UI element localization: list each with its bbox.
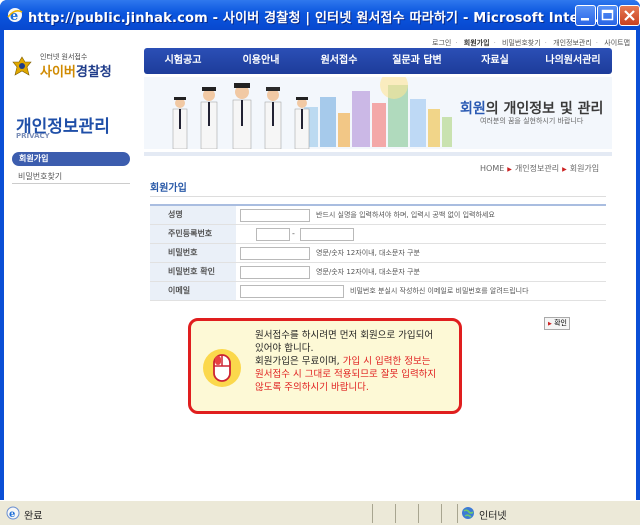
password-confirm-label: 비밀번호 확인: [150, 263, 236, 281]
title-bar[interactable]: e http://public.jinhak.com - 사이버 경찰청 | 인…: [0, 0, 640, 30]
arrow-right-icon: ▶: [507, 166, 512, 173]
password-confirm-help: 영문/숫자 12자이내, 대소문자 구분: [316, 268, 420, 276]
window-title: http://public.jinhak.com - 사이버 경찰청 | 인터넷…: [28, 11, 611, 26]
status-divider: [441, 504, 442, 523]
left-menu-find-password[interactable]: 비밀번호찾기: [18, 171, 62, 182]
nav-item-qna[interactable]: 질문과 답변: [378, 48, 456, 74]
breadcrumb-privacy[interactable]: 개인정보관리: [515, 164, 559, 173]
banner-title: 회원의 개인정보 및 관리: [460, 101, 604, 117]
mouse-icon: [213, 354, 231, 382]
form-row-password-confirm: 비밀번호 확인 영문/숫자 12자이내, 대소문자 구분: [150, 263, 606, 282]
status-divider: [372, 504, 373, 523]
left-divider: [12, 183, 130, 184]
login-link[interactable]: 로그인: [432, 39, 451, 47]
form-row-rrn: 주민등록번호 -: [150, 225, 606, 244]
name-label: 성명: [150, 206, 236, 224]
breadcrumb-home[interactable]: HOME: [480, 164, 504, 173]
confirm-button[interactable]: ▶ 확인: [544, 317, 570, 330]
rrn-label: 주민등록번호: [150, 225, 236, 243]
nav-item-my-applications[interactable]: 나의원서관리: [534, 48, 612, 74]
play-icon: ▶: [548, 321, 552, 327]
email-help: 비밀번호 분실시 작성하신 이메일로 비밀번호를 알려드립니다: [350, 287, 529, 295]
notice-icon-ring: [203, 349, 241, 387]
browser-window: e http://public.jinhak.com - 사이버 경찰청 | 인…: [0, 0, 640, 525]
email-label: 이메일: [150, 282, 236, 300]
name-help: 반드시 실명을 입력하셔야 하며, 입력시 공백 없이 입력하세요: [316, 211, 495, 219]
status-divider: [418, 504, 419, 523]
close-button[interactable]: [619, 5, 640, 26]
form-row-email: 이메일 비밀번호 분실시 작성하신 이메일로 비밀번호를 알려드립니다: [150, 282, 606, 301]
nav-item-library[interactable]: 자료실: [456, 48, 534, 74]
left-menu-signup[interactable]: 회원가입: [12, 152, 130, 166]
maximize-button[interactable]: [597, 5, 618, 26]
arrow-right-icon: ▶: [562, 166, 567, 173]
rrn-dash: -: [292, 229, 295, 238]
password-confirm-input[interactable]: [240, 266, 310, 279]
section-subtitle: PRIVACY: [16, 132, 50, 140]
status-bar: e 완료 인터넷: [0, 500, 640, 525]
form-row-password: 비밀번호 영문/숫자 12자이내, 대소문자 구분: [150, 244, 606, 263]
close-icon: [624, 10, 635, 21]
signup-link[interactable]: 회원가입: [464, 39, 490, 47]
main-nav: 시험공고 이용안내 원서접수 질문과 답변 자료실 나의원서관리: [144, 48, 612, 74]
page-title: 회원가입: [150, 183, 187, 194]
form-row-name: 성명 반드시 실명을 입력하셔야 하며, 입력시 공백 없이 입력하세요: [150, 206, 606, 225]
signup-notice-box: 원서접수를 하시려면 먼저 회원으로 가입되어 있어야 합니다. 회원가입은 무…: [188, 318, 462, 414]
minimize-button[interactable]: [575, 5, 596, 26]
page-done-icon: e: [6, 506, 20, 520]
nav-item-guide[interactable]: 이용안내: [222, 48, 300, 74]
password-input[interactable]: [240, 247, 310, 260]
find-password-link[interactable]: 비밀번호찾기: [502, 39, 541, 47]
title-divider: [150, 196, 606, 197]
page-content: 인터넷 원서접수 사이버경찰청 로그인 · 회원가입 · 비밀번호찾기 · 개인정보관…: [4, 30, 636, 500]
nav-item-notice[interactable]: 시험공고: [144, 48, 222, 74]
banner-subtitle: 여러분의 꿈을 실현하시기 바랍니다: [480, 117, 584, 125]
breadcrumb-current: 회원가입: [569, 164, 600, 173]
status-divider: [457, 504, 458, 523]
sitemap-link[interactable]: 사이트맵: [604, 39, 630, 47]
nav-item-apply[interactable]: 원서접수: [300, 48, 378, 74]
rrn-back-input[interactable]: [300, 228, 354, 241]
crumb-divider: [144, 152, 612, 156]
privacy-link[interactable]: 개인정보관리: [553, 39, 592, 47]
internet-explorer-icon: e: [7, 8, 23, 24]
breadcrumb: HOME ▶ 개인정보관리 ▶ 회원가입: [480, 163, 599, 174]
minimize-icon: [581, 18, 589, 21]
signup-form: 성명 반드시 실명을 입력하셔야 하며, 입력시 공백 없이 입력하세요 주민등…: [150, 204, 606, 301]
internet-zone-icon: [462, 507, 474, 519]
password-help: 영문/숫자 12자이내, 대소문자 구분: [316, 249, 420, 257]
notice-text: 원서접수를 하시려면 먼저 회원으로 가입되어 있어야 합니다. 회원가입은 무…: [255, 330, 437, 393]
password-label: 비밀번호: [150, 244, 236, 262]
status-text: 완료: [24, 511, 43, 522]
maximize-icon: [601, 9, 614, 21]
svg-text:e: e: [9, 509, 15, 520]
top-links: 로그인 · 회원가입 · 비밀번호찾기 · 개인정보관리 · 사이트맵: [432, 39, 631, 47]
rrn-front-input[interactable]: [256, 228, 290, 241]
email-input[interactable]: [240, 285, 344, 298]
status-divider: [395, 504, 396, 523]
security-zone-text: 인터넷: [479, 511, 507, 522]
name-input[interactable]: [240, 209, 310, 222]
police-badge-icon: [12, 56, 32, 76]
logo-text: 사이버경찰청: [40, 65, 112, 80]
